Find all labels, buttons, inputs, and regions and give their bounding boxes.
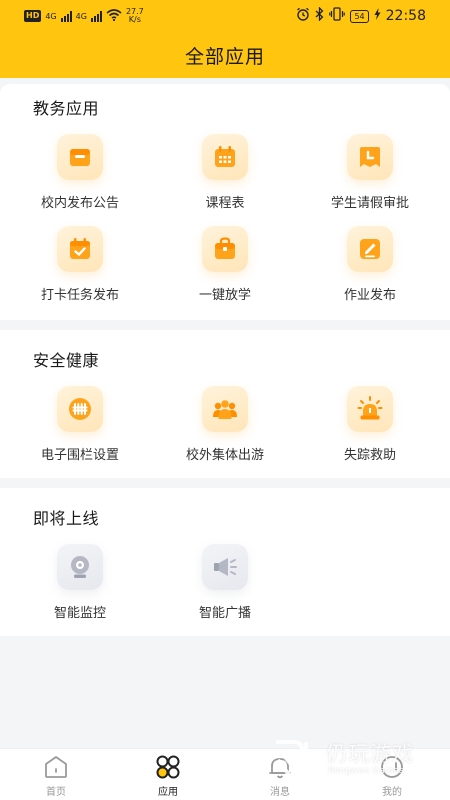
- app-label: 打卡任务发布: [40, 288, 119, 303]
- bluetooth-icon: [315, 6, 324, 25]
- app-label: 智能监控: [53, 606, 106, 621]
- hd-badge: HD: [24, 10, 42, 22]
- watermark-text: 仍玩游戏: [326, 742, 414, 766]
- app-one-click-dismissal[interactable]: 一键放学: [150, 226, 300, 303]
- section-title: 教务应用: [33, 99, 100, 118]
- app-group-outing[interactable]: 校外集体出游: [150, 386, 300, 463]
- battery-level: 54: [350, 9, 369, 23]
- app-timetable[interactable]: 课程表: [150, 134, 300, 211]
- app-label: 课程表: [205, 196, 245, 211]
- speaker-icon: [202, 544, 248, 590]
- app-missing-rescue[interactable]: 失踪救助: [295, 386, 445, 463]
- app-label: 一键放学: [198, 288, 251, 303]
- app-leave-approval[interactable]: 学生请假审批: [295, 134, 445, 211]
- app-label: 电子围栏设置: [40, 448, 119, 463]
- net-speed: 27.7 K/s: [126, 8, 144, 24]
- wifi-icon: [106, 8, 122, 24]
- home-icon: [45, 756, 67, 778]
- charging-icon: [374, 8, 381, 24]
- tab-home[interactable]: 首页: [0, 753, 112, 798]
- app-geofence-settings[interactable]: 电子围栏设置: [5, 386, 155, 463]
- app-homework-publish[interactable]: 作业发布: [295, 226, 445, 303]
- signal-bars-icon: [90, 10, 102, 22]
- app-label: 智能广播: [198, 606, 251, 621]
- watermark-subtext: Rengwan Games: [328, 766, 404, 776]
- status-time: 22:58: [385, 8, 426, 24]
- signal-label-2: 4G: [75, 11, 87, 21]
- section-coming-soon: 即将上线 智能监控 智能广播: [0, 488, 450, 636]
- app-checkin-task[interactable]: 打卡任务发布: [5, 226, 155, 303]
- vibrate-icon: [329, 7, 346, 25]
- signal-bars-icon: [60, 10, 72, 22]
- tab-label: 应用: [158, 787, 178, 798]
- homework-icon: [347, 226, 393, 272]
- signal-label-1: 4G: [45, 11, 57, 21]
- alarm-light-icon: [347, 386, 393, 432]
- app-smart-broadcast[interactable]: 智能广播: [150, 544, 300, 621]
- apps-icon: [156, 755, 180, 779]
- watermark: 仍玩游戏 Rengwan Games: [272, 736, 442, 782]
- app-smart-monitoring[interactable]: 智能监控: [5, 544, 155, 621]
- alarm-clock-icon: [296, 7, 310, 25]
- app-label: 失踪救助: [343, 448, 396, 463]
- tab-label: 消息: [270, 787, 290, 798]
- app-label: 校外集体出游: [185, 448, 264, 463]
- status-bar: HD 4G 4G 27.7 K/s 54 22:58: [0, 0, 450, 32]
- dismissal-bag-icon: [202, 226, 248, 272]
- tab-apps[interactable]: 应用: [112, 753, 224, 798]
- tab-label: 首页: [46, 787, 66, 798]
- announcement-icon: [57, 134, 103, 180]
- app-school-announcement[interactable]: 校内发布公告: [5, 134, 155, 211]
- app-header: HD 4G 4G 27.7 K/s 54 22:58 全部应用: [0, 0, 450, 78]
- leave-approval-icon: [347, 134, 393, 180]
- section-safety-health: 安全健康 电子围栏设置 校外集体出游 失踪救助: [0, 330, 450, 478]
- app-label: 校内发布公告: [40, 196, 119, 211]
- section-title: 即将上线: [33, 509, 100, 528]
- section-academic: 教务应用 校内发布公告 课程表 学生请假审批 打卡任务发布 一键放学 作业发布: [0, 84, 450, 320]
- net-speed-unit: K/s: [128, 15, 141, 24]
- section-title: 安全健康: [33, 351, 100, 370]
- tab-label: 我的: [382, 787, 402, 798]
- app-label: 作业发布: [343, 288, 396, 303]
- camera-icon: [57, 544, 103, 590]
- page-title: 全部应用: [184, 46, 265, 68]
- watermark-logo-icon: [276, 740, 308, 778]
- geofence-icon: [57, 386, 103, 432]
- checkin-task-icon: [57, 226, 103, 272]
- app-label: 学生请假审批: [330, 196, 409, 211]
- group-outing-icon: [202, 386, 248, 432]
- timetable-icon: [202, 134, 248, 180]
